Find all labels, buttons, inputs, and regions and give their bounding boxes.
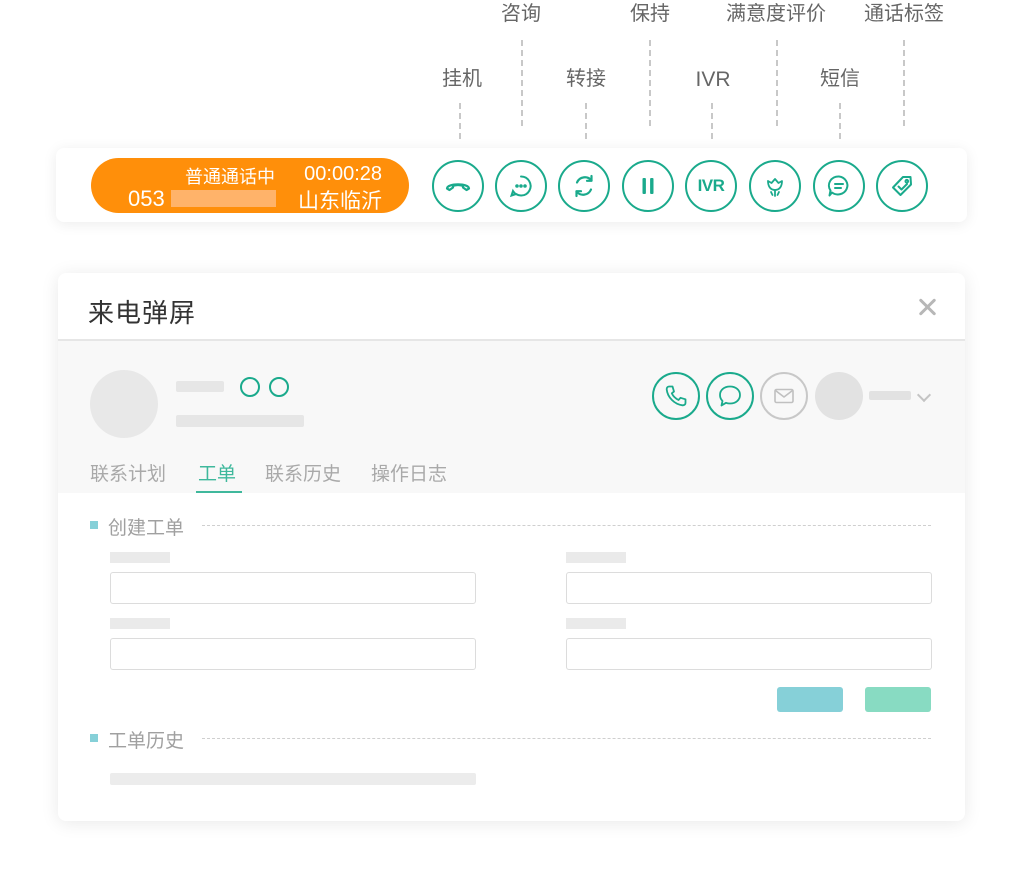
leader-hangup: [459, 103, 461, 139]
ticket-field-2[interactable]: [566, 572, 932, 604]
section-marker-create: [90, 521, 98, 529]
call-customer-button[interactable]: [652, 372, 700, 420]
callout-satisfaction: 满意度评价: [726, 1, 826, 25]
satisfaction-button[interactable]: [749, 160, 801, 212]
message-icon: [827, 175, 849, 197]
caller-number-mask: [171, 190, 276, 207]
agent-name-placeholder: [869, 391, 911, 400]
ivr-button-label: IVR: [697, 176, 725, 195]
ticket-history-row-placeholder: [110, 773, 476, 785]
section-title-ticket-history: 工单历史: [108, 730, 185, 752]
tab-contact-history[interactable]: 联系历史: [265, 459, 341, 486]
transfer-button[interactable]: [558, 160, 610, 212]
leader-call-tag: [903, 40, 905, 126]
chat-dots-icon: [509, 175, 532, 198]
customer-detail-placeholder: [176, 415, 304, 427]
mail-icon: [774, 388, 794, 404]
call-timer: 00:00:28: [304, 163, 382, 185]
field-label-placeholder: [566, 618, 626, 629]
caller-region: 山东临沂: [298, 189, 382, 213]
consult-button[interactable]: [495, 160, 547, 212]
caller-number: 053: [128, 186, 165, 211]
customer-tag-circle-2[interactable]: [269, 377, 289, 397]
call-toolbar: 普通通话中 00:00:28 053 山东临沂 IVR: [56, 148, 967, 222]
popup-title: 来电弹屏: [88, 299, 197, 329]
customer-name-placeholder: [176, 381, 224, 392]
tag-icon: [892, 176, 912, 196]
agent-avatar[interactable]: [815, 372, 863, 420]
chevron-down-icon[interactable]: [916, 387, 932, 403]
callout-consult: 咨询: [501, 1, 541, 25]
tab-contact-plan[interactable]: 联系计划: [90, 459, 166, 486]
phone-icon: [665, 385, 687, 407]
form-action-button-teal[interactable]: [777, 687, 843, 712]
ticket-field-1[interactable]: [110, 572, 476, 604]
leader-hold: [649, 40, 651, 126]
leader-consult: [521, 40, 523, 126]
section-divider-history: [202, 738, 931, 739]
field-label-placeholder: [566, 552, 626, 563]
leader-transfer: [585, 103, 587, 139]
tab-operation-log[interactable]: 操作日志: [371, 459, 447, 486]
customer-avatar: [90, 370, 158, 438]
chat-bubble-icon: [719, 385, 741, 407]
close-icon[interactable]: [915, 295, 939, 319]
callout-transfer: 转接: [566, 66, 606, 90]
pause-icon: [642, 178, 654, 194]
section-title-create-ticket: 创建工单: [108, 517, 185, 539]
callout-hangup: 挂机: [442, 66, 482, 90]
ticket-field-4[interactable]: [566, 638, 932, 670]
callout-sms: 短信: [820, 66, 860, 90]
sms-button[interactable]: [813, 160, 865, 212]
hangup-button[interactable]: [432, 160, 484, 212]
active-tab-indicator: [196, 491, 242, 493]
phone-hangup-icon: [445, 183, 471, 192]
ticket-field-3[interactable]: [110, 638, 476, 670]
tab-ticket[interactable]: 工单: [198, 459, 236, 486]
field-label-placeholder: [110, 618, 170, 629]
callout-hold: 保持: [630, 1, 670, 25]
field-label-placeholder: [110, 552, 170, 563]
leader-satisfaction: [776, 40, 778, 126]
flower-icon: [767, 178, 783, 197]
customer-tag-circle-1[interactable]: [240, 377, 260, 397]
chat-customer-button[interactable]: [706, 372, 754, 420]
contact-info-area: 联系计划 工单 联系历史 操作日志: [58, 341, 965, 493]
email-customer-button[interactable]: [760, 372, 808, 420]
call-status-pill: 普通通话中 00:00:28 053 山东临沂: [91, 158, 409, 213]
section-marker-history: [90, 734, 98, 742]
incoming-call-popup: 来电弹屏 联系计划 工单 联系历史 操作日志 创建工单 工单历史: [58, 273, 965, 821]
ivr-button[interactable]: IVR: [685, 160, 737, 212]
hold-button[interactable]: [622, 160, 674, 212]
section-divider-create: [202, 525, 931, 526]
callout-ivr: IVR: [695, 68, 731, 91]
callout-call-tag: 通话标签: [864, 1, 944, 25]
refresh-arrows-icon: [575, 174, 593, 198]
leader-ivr: [711, 103, 713, 139]
form-action-button-mint[interactable]: [865, 687, 931, 712]
call-status: 普通通话中: [185, 167, 275, 188]
leader-sms: [839, 103, 841, 139]
call-tag-button[interactable]: [876, 160, 928, 212]
